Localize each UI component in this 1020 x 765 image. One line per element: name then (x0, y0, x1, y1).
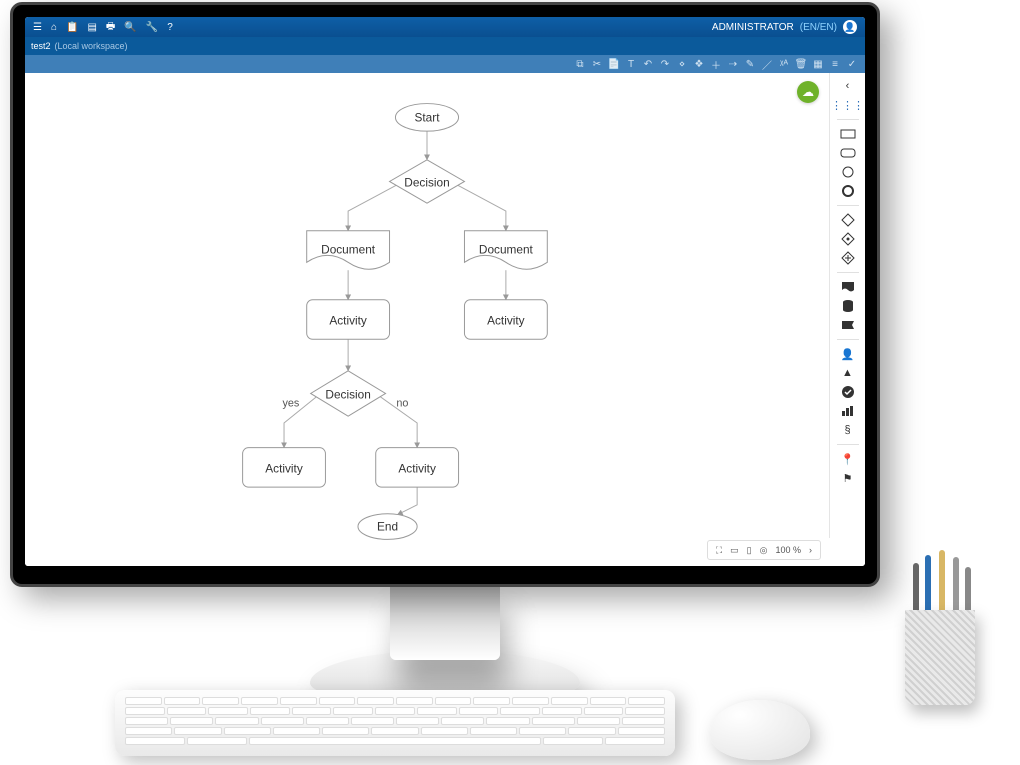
zoom-level[interactable]: 100 % (775, 545, 801, 555)
edge-label-no: no (396, 397, 408, 409)
edge-dec1-doc1 (348, 181, 403, 230)
palette-pin[interactable]: 📍 (838, 452, 858, 466)
palette-person[interactable]: 👤 (838, 347, 858, 361)
pen-cup (895, 555, 985, 705)
xa-icon[interactable]: ᵡᴬ (779, 59, 789, 69)
plus-icon[interactable]: ＋ (711, 59, 721, 69)
palette-bars[interactable] (838, 404, 858, 418)
edge-act4-end (397, 487, 417, 515)
palette-grid-icon[interactable]: ⋮⋮⋮ (838, 98, 858, 112)
book-icon[interactable]: ▤ (87, 22, 96, 33)
chevron-right-icon[interactable]: › (809, 545, 812, 555)
edit-toolbar: ⧉ ✂ 📄 T ↶ ↷ ⋄ ❖ ＋ ⇢ ✎ ／ ᵡᴬ 🗑 ▦ ≡ ✓ (25, 55, 865, 73)
palette-circle[interactable] (838, 165, 858, 179)
help-icon[interactable]: ? (167, 22, 173, 33)
link-icon[interactable]: ⇢ (728, 59, 738, 69)
palette-rect[interactable] (838, 127, 858, 141)
palette-diamond-plus[interactable] (838, 251, 858, 265)
fit-width-icon[interactable]: ▭ (730, 545, 739, 556)
grid-icon[interactable]: ▦ (813, 59, 823, 69)
clipboard-icon[interactable]: 📋 (66, 22, 78, 33)
edge-dec1-doc2 (451, 181, 506, 230)
tab-name[interactable]: test2 (31, 41, 51, 51)
filter-icon[interactable]: ≡ (830, 59, 840, 69)
redo-icon[interactable]: ↷ (660, 59, 670, 69)
code-icon[interactable]: ⋄ (677, 59, 687, 69)
palette-ring[interactable] (838, 184, 858, 198)
text-icon[interactable]: T (626, 59, 636, 69)
edge-label-yes: yes (283, 397, 300, 409)
fullscreen-icon[interactable]: ⛶ (716, 545, 722, 556)
palette-divider (837, 339, 859, 340)
monitor-neck (390, 580, 500, 660)
node-dec2-label: Decision (325, 388, 370, 402)
palette-document[interactable] (838, 280, 858, 294)
palette-divider (837, 272, 859, 273)
node-dec1-label: Decision (404, 176, 449, 190)
lang-label[interactable]: (EN/EN) (800, 22, 837, 33)
fit-page-icon[interactable]: ▯ (747, 545, 752, 556)
wrench-icon[interactable]: 🔧 (146, 22, 158, 33)
mouse (710, 700, 810, 760)
node-doc2-label: Document (479, 243, 534, 257)
palette-divider (837, 444, 859, 445)
app-screen: ☰ ⌂ 📋 ▤ 🖶 🔍 🔧 ? ADMINISTRATOR (EN/EN) 👤 … (25, 17, 865, 566)
diagram-canvas[interactable]: yes no Start Decision Document Document (25, 73, 829, 566)
undo-icon[interactable]: ↶ (643, 59, 653, 69)
palette-divider (837, 119, 859, 120)
menu-icon[interactable]: ☰ (33, 22, 42, 33)
palette-section[interactable]: § (838, 423, 858, 437)
palette-divider (837, 205, 859, 206)
node-act2-label: Activity (487, 314, 525, 328)
tab-workspace: (Local workspace) (55, 41, 128, 51)
palette-rounded-rect[interactable] (838, 146, 858, 160)
user-label[interactable]: ADMINISTRATOR (712, 22, 794, 33)
main-menu-bar: ☰ ⌂ 📋 ▤ 🖶 🔍 🔧 ? ADMINISTRATOR (EN/EN) 👤 (25, 17, 865, 37)
palette-diamond-small[interactable] (838, 213, 858, 227)
avatar[interactable]: 👤 (843, 20, 857, 34)
node-start-label: Start (415, 110, 441, 124)
monitor-frame: ☰ ⌂ 📋 ▤ 🖶 🔍 🔧 ? ADMINISTRATOR (EN/EN) 👤 … (10, 2, 880, 587)
palette-triangle[interactable]: ▲ (838, 366, 858, 380)
palette-note[interactable] (838, 318, 858, 332)
zoom-bar: ⛶ ▭ ▯ ◎ 100 % › (707, 540, 821, 560)
palette-check[interactable] (838, 385, 858, 399)
node-act1-label: Activity (329, 314, 367, 328)
node-doc1-label: Document (321, 243, 376, 257)
print-icon[interactable]: 🖶 (106, 19, 115, 36)
home-icon[interactable]: ⌂ (51, 22, 57, 33)
cut-icon[interactable]: ✂ (592, 59, 602, 69)
layers-icon[interactable]: ❖ (694, 59, 704, 69)
palette-flag[interactable]: ⚑ (838, 471, 858, 485)
palette-diamond[interactable] (838, 232, 858, 246)
paste-icon[interactable]: 📄 (609, 59, 619, 69)
canvas-area: ☁ (25, 73, 865, 566)
search-icon[interactable]: 🔍 (124, 22, 136, 33)
trash-icon[interactable]: 🗑 (796, 59, 806, 69)
line-icon[interactable]: ／ (762, 59, 772, 69)
node-end-label: End (377, 520, 398, 534)
pencil-icon[interactable]: ✎ (745, 59, 755, 69)
document-tab-bar: test2 (Local workspace) (25, 37, 865, 55)
palette-database[interactable] (838, 299, 858, 313)
flowchart-svg: yes no Start Decision Document Document (25, 73, 829, 566)
palette-collapse-icon[interactable]: ‹ (838, 79, 858, 93)
target-icon[interactable]: ◎ (760, 545, 768, 556)
check-icon[interactable]: ✓ (847, 59, 857, 69)
copy-icon[interactable]: ⧉ (575, 59, 585, 69)
node-act4-label: Activity (398, 461, 436, 475)
node-act3-label: Activity (265, 461, 303, 475)
keyboard (115, 690, 675, 756)
shape-palette: ‹ ⋮⋮⋮ 👤 ▲ § (829, 73, 865, 538)
